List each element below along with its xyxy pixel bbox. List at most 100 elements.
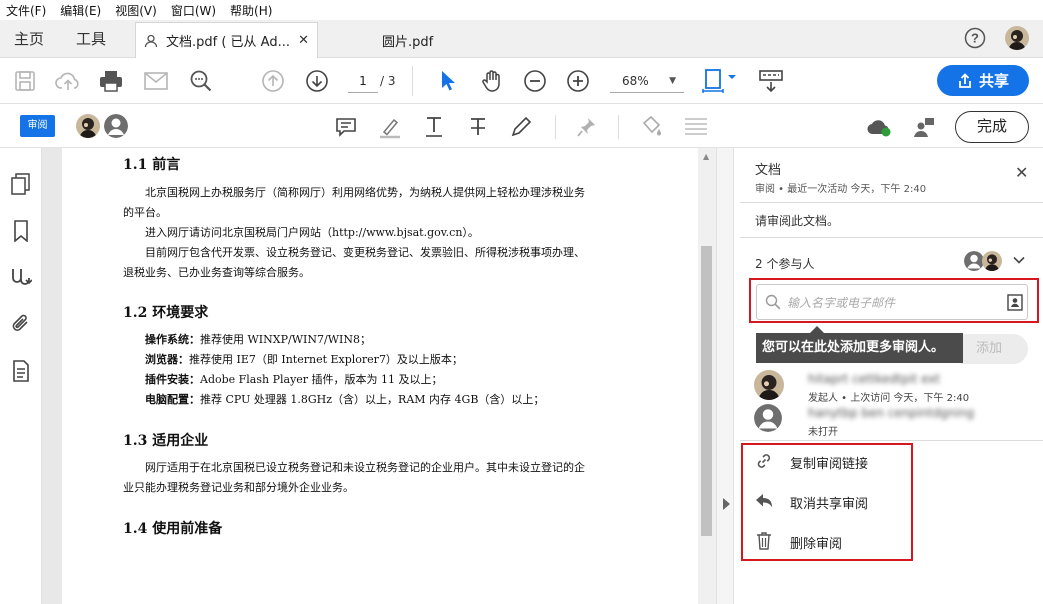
scroll-up-icon[interactable]: ▲ <box>703 152 709 161</box>
done-button[interactable]: 完成 <box>955 111 1029 143</box>
env-value: Adobe Flash Player 插件，版本为 11 及以上； <box>200 373 443 386</box>
zoom-out-icon[interactable] <box>522 68 548 94</box>
page-thumbnails-icon[interactable] <box>10 173 32 195</box>
panel-divider <box>740 237 1043 238</box>
reviewer-avatar <box>754 404 782 432</box>
share-label: 共享 <box>978 72 1009 90</box>
review-tag: 审阅 <box>20 115 55 137</box>
attachments-icon[interactable] <box>10 312 32 334</box>
bookmarks-icon[interactable] <box>10 220 32 242</box>
close-panel-icon[interactable]: ✕ <box>1015 163 1028 182</box>
initiator-status: 发起人 • 上次访问 今天，下午 2:40 <box>808 393 970 404</box>
menu-edit[interactable]: 编辑(E) <box>54 2 109 19</box>
tab-document-2[interactable]: 圆片.pdf <box>382 22 433 58</box>
section-heading-1-2: 1.2 环境要求 <box>123 305 209 321</box>
email-icon[interactable] <box>143 68 169 94</box>
env-label: 操作系统： <box>145 333 200 346</box>
paragraph-applicable: 网厅适用于在北京国税已设立税务登记和未设立税务登记的企业用户。其中未设立登记的企… <box>123 461 585 494</box>
svg-text:?: ? <box>971 31 979 46</box>
zoom-select[interactable]: 68% ▼ <box>610 69 684 93</box>
print-icon[interactable] <box>98 68 124 94</box>
document-scrollbar[interactable]: ▲ <box>698 148 716 604</box>
zoom-in-icon[interactable] <box>565 68 591 94</box>
hand-tool-icon[interactable] <box>479 68 505 94</box>
document-properties-icon[interactable] <box>10 360 32 382</box>
help-icon[interactable]: ? <box>964 27 986 49</box>
fill-color-icon[interactable] <box>638 114 664 140</box>
panel-subtitle: 审阅 • 最近一次活动 今天，下午 2:40 <box>755 184 927 195</box>
paragraph-intro: 北京国税网上办税服务厅（简称网厅）利用网络优势，为纳税人提供网上轻松办理涉税业务… <box>123 186 585 219</box>
scan-icon[interactable] <box>756 68 786 94</box>
reviewbar-divider <box>555 115 556 139</box>
participant-photo-avatar <box>982 251 1002 271</box>
page-fit-icon[interactable] <box>700 68 740 94</box>
chevron-down-icon: ▼ <box>669 76 676 86</box>
env-label: 插件安装： <box>145 373 200 386</box>
comment-icon[interactable] <box>333 114 359 140</box>
env-line-plugin: 插件安装：Adobe Flash Player 插件，版本为 11 及以上； <box>123 370 593 390</box>
menu-help[interactable]: 帮助(H) <box>224 2 280 19</box>
toolbar-divider <box>412 66 413 96</box>
stamp-pin-icon[interactable] <box>574 114 600 140</box>
section-heading-1-3: 1.3 适用企业 <box>123 433 209 449</box>
zoom-value: 68% <box>622 74 649 88</box>
select-cursor-icon[interactable] <box>435 68 461 94</box>
shared-user-icon <box>144 34 158 48</box>
menu-bar: 文件(F) 编辑(E) 视图(V) 窗口(W) 帮助(H) <box>0 0 1043 20</box>
line-weight-icon[interactable] <box>683 114 709 140</box>
cloud-sync-icon[interactable] <box>866 114 892 140</box>
env-line-browser: 浏览器：推荐使用 IE7（即 Internet Explorer7）及以上版本； <box>123 350 593 370</box>
signatures-icon[interactable] <box>10 266 32 288</box>
reviewer-status: 未打开 <box>808 427 838 438</box>
menu-view[interactable]: 视图(V) <box>109 2 165 19</box>
tooltip-arrow <box>810 326 824 333</box>
env-label: 电脑配置： <box>145 393 200 406</box>
env-value: 推荐 CPU 处理器 1.8GHz（含）以上，RAM 内存 4GB（含）以上； <box>200 393 545 406</box>
participant-avatar-2[interactable] <box>104 114 128 138</box>
pencil-icon[interactable] <box>508 114 534 140</box>
cloud-upload-icon[interactable] <box>55 68 81 94</box>
panel-splitter[interactable] <box>716 148 734 604</box>
pdf-page: 1.1 前言 北京国税网上办税服务厅（简称网厅）利用网络优势，为纳税人提供网上轻… <box>62 148 698 604</box>
participant-avatar-1[interactable] <box>76 114 100 138</box>
menu-file[interactable]: 文件(F) <box>0 2 54 19</box>
text-underline-icon[interactable] <box>421 114 447 140</box>
share-icon <box>957 72 973 89</box>
initiator-avatar <box>754 370 784 400</box>
share-button[interactable]: 共享 <box>937 65 1029 96</box>
highlighter-icon[interactable] <box>377 114 403 140</box>
env-label: 浏览器： <box>145 353 189 366</box>
page-up-icon[interactable] <box>260 68 286 94</box>
env-value: 推荐使用 IE7（即 Internet Explorer7）及以上版本； <box>189 353 463 366</box>
tab-document-1-label: 文档.pdf ( 已从 Ad... <box>166 35 290 50</box>
user-avatar[interactable] <box>1005 26 1029 50</box>
save-icon[interactable] <box>12 68 38 94</box>
reviewer-status-icon[interactable] <box>911 114 937 140</box>
close-tab-icon[interactable]: ✕ <box>298 33 309 48</box>
page-number-input[interactable]: 1 <box>348 69 378 93</box>
tab-tools[interactable]: 工具 <box>76 20 106 58</box>
highlight-box-actions <box>741 443 913 561</box>
paragraph-services: 目前网厅包含代开发票、设立税务登记、变更税务登记、发票验旧、所得税涉税事项办理、… <box>123 246 585 279</box>
tab-document-1[interactable]: 文档.pdf ( 已从 Ad... ✕ <box>135 22 318 58</box>
review-message: 请审阅此文档。 <box>755 214 840 228</box>
env-line-hardware: 电脑配置：推荐 CPU 处理器 1.8GHz（含）以上，RAM 内存 4GB（含… <box>123 390 593 410</box>
expand-participants-icon[interactable] <box>1012 253 1026 267</box>
env-value: 推荐使用 WINXP/WIN7/WIN8； <box>200 333 371 346</box>
search-icon[interactable] <box>188 68 214 94</box>
participants-count: 2 个参与人 <box>755 257 815 271</box>
tab-home[interactable]: 主页 <box>14 20 44 58</box>
main-toolbar: 1 / 3 68% ▼ 共享 <box>0 58 1043 104</box>
scrollbar-thumb[interactable] <box>701 246 712 536</box>
section-heading-1-1: 1.1 前言 <box>123 157 181 173</box>
menu-window[interactable]: 窗口(W) <box>165 2 224 19</box>
page-down-icon[interactable] <box>304 68 330 94</box>
collapse-right-pane-icon[interactable] <box>722 498 730 510</box>
page-count: / 3 <box>380 74 396 88</box>
strikethrough-icon[interactable] <box>465 114 491 140</box>
section-heading-1-4: 1.4 使用前准备 <box>123 521 223 537</box>
participant-generic-avatar <box>964 251 984 271</box>
highlight-box-search <box>749 278 1039 323</box>
add-reviewer-tooltip: 您可以在此处添加更多审阅人。 <box>756 333 963 363</box>
reviewbar-divider-2 <box>618 115 619 139</box>
